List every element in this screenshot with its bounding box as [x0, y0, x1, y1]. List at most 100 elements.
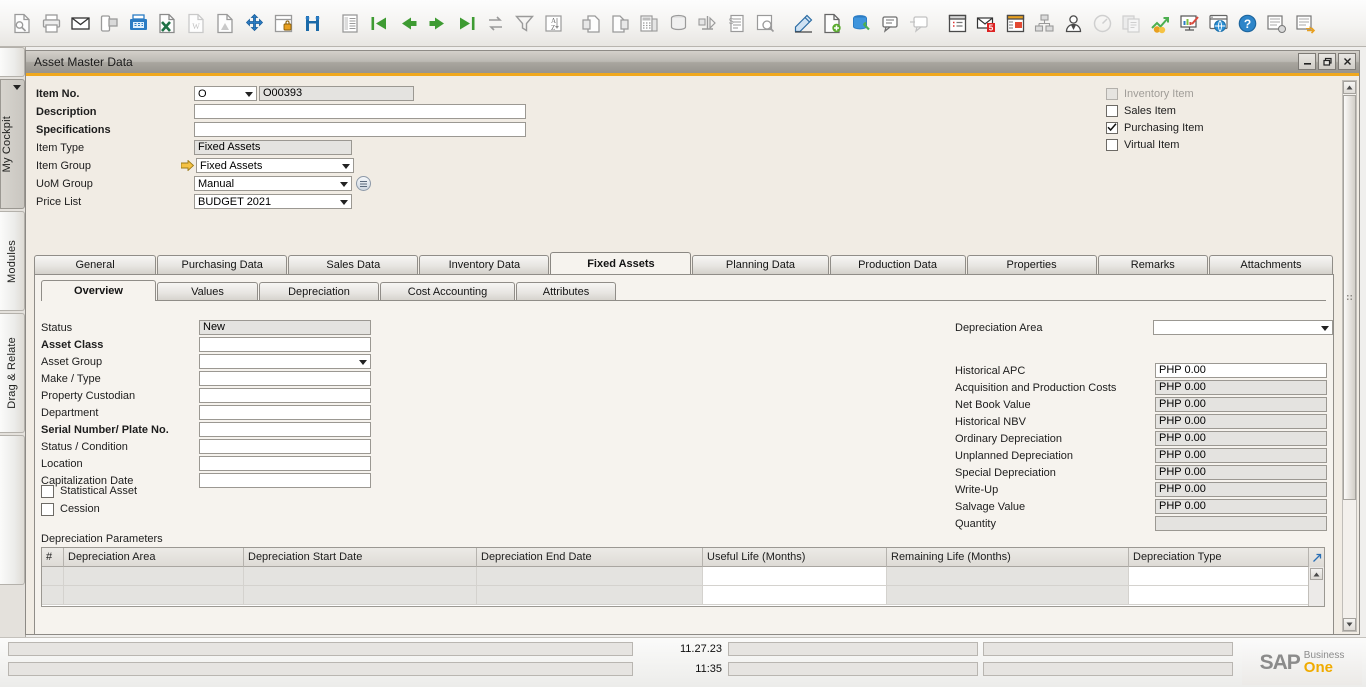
previous-record-icon[interactable] [395, 8, 422, 38]
gauge-icon[interactable] [1089, 8, 1116, 38]
copy-to-icon[interactable] [607, 8, 634, 38]
checkbox-sales-item[interactable] [1106, 104, 1118, 117]
refresh-icon[interactable] [482, 8, 509, 38]
user-icon[interactable] [1060, 8, 1087, 38]
checkbox-row-inventory-item[interactable]: Inventory Item [1106, 85, 1336, 102]
calendar-icon[interactable] [944, 8, 971, 38]
launch-application-icon[interactable] [241, 8, 268, 38]
historical-apc-input[interactable]: PHP 0.00 [1155, 363, 1327, 378]
rail-tab-my-cockpit[interactable]: My Cockpit [0, 79, 25, 209]
asset-class-input[interactable] [199, 337, 371, 352]
browser-icon[interactable] [1205, 8, 1232, 38]
grid-row[interactable] [42, 586, 1324, 605]
report-icon[interactable] [665, 8, 692, 38]
grid-expand-icon[interactable] [1308, 548, 1324, 568]
fax-icon[interactable] [125, 8, 152, 38]
asset-group-select[interactable] [199, 354, 371, 369]
grid-vertical-scrollbar[interactable] [1308, 567, 1324, 606]
messages-icon[interactable] [877, 8, 904, 38]
checkbox-cession[interactable] [41, 502, 54, 516]
export-to-word-icon[interactable]: W [183, 8, 210, 38]
grid-header-depreciation-start-date[interactable]: Depreciation Start Date [244, 548, 477, 567]
sms-icon[interactable] [96, 8, 123, 38]
grid-cell[interactable] [703, 567, 887, 586]
calculator-icon[interactable] [636, 8, 663, 38]
find-icon[interactable] [299, 8, 326, 38]
next-record-icon[interactable] [424, 8, 451, 38]
checkbox-virtual-item[interactable] [1106, 138, 1118, 151]
item-no-input[interactable]: O00393 [259, 86, 414, 101]
status-condition-input[interactable] [199, 439, 371, 454]
capitalization-date-input[interactable] [199, 473, 371, 488]
checkbox-statistical-asset[interactable] [41, 484, 54, 498]
department-input[interactable] [199, 405, 371, 420]
checkbox-row-statistical-asset[interactable]: Statistical Asset [41, 482, 137, 500]
sort-icon[interactable]: AZ [540, 8, 567, 38]
item-no-prefix-select[interactable]: O [194, 86, 257, 101]
subtab-overview[interactable]: Overview [41, 280, 156, 301]
grid-header-remaining-life-months[interactable]: Remaining Life (Months) [887, 548, 1129, 567]
data-list-icon[interactable] [337, 8, 364, 38]
journal-entry-icon[interactable]: $ [723, 8, 750, 38]
minimize-icon[interactable] [1298, 53, 1316, 70]
tab-production-data[interactable]: Production Data [829, 255, 966, 274]
tab-inventory-data[interactable]: Inventory Data [419, 255, 550, 274]
rail-tab-drag-relate[interactable]: Drag & Relate [0, 313, 25, 433]
location-input[interactable] [199, 456, 371, 471]
tab-planning-data[interactable]: Planning Data [692, 255, 829, 274]
checkbox-row-purchasing-item[interactable]: Purchasing Item [1106, 119, 1336, 136]
tab-remarks[interactable]: Remarks [1097, 255, 1208, 274]
scroll-down-icon[interactable] [1343, 618, 1356, 631]
uom-group-list-icon[interactable] [356, 176, 371, 191]
scroll-up-icon[interactable] [1343, 81, 1356, 94]
grid-header-depreciation-area[interactable]: Depreciation Area [64, 548, 244, 567]
user-defined-fields-icon[interactable] [790, 8, 817, 38]
window-vertical-scrollbar[interactable] [1342, 80, 1357, 632]
checkbox-row-cession[interactable]: Cession [41, 500, 137, 518]
specifications-input[interactable] [194, 122, 526, 137]
copy-from-icon[interactable] [578, 8, 605, 38]
grid-header-depreciation-end-date[interactable]: Depreciation End Date [477, 548, 703, 567]
serial-number-plate-no-input[interactable] [199, 422, 371, 437]
rail-tab-modules[interactable]: Modules [0, 211, 25, 311]
grid-cell[interactable] [1129, 586, 1310, 605]
depreciation-area-select[interactable] [1153, 320, 1333, 335]
export-to-pdf-icon[interactable] [212, 8, 239, 38]
property-custodian-input[interactable] [199, 388, 371, 403]
grid-scroll-up-icon[interactable] [1310, 568, 1323, 580]
close-icon[interactable] [1338, 53, 1356, 70]
export-to-excel-icon[interactable] [154, 8, 181, 38]
activity-icon[interactable] [1002, 8, 1029, 38]
query-manager-icon[interactable] [848, 8, 875, 38]
lock-screen-icon[interactable] [270, 8, 297, 38]
balance-icon[interactable] [694, 8, 721, 38]
grid-header-depreciation-type[interactable]: Depreciation Type [1129, 548, 1310, 567]
grid-row[interactable] [42, 567, 1324, 586]
tab-purchasing-data[interactable]: Purchasing Data [157, 255, 288, 274]
help-icon[interactable]: ? [1234, 8, 1261, 38]
restore-icon[interactable] [1318, 53, 1336, 70]
checkbox-row-sales-item[interactable]: Sales Item [1106, 102, 1336, 119]
print-setup-icon[interactable] [1263, 8, 1290, 38]
documents-icon[interactable] [1118, 8, 1145, 38]
description-input[interactable] [194, 104, 526, 119]
grid-cell[interactable] [1129, 567, 1310, 586]
first-record-icon[interactable] [366, 8, 393, 38]
last-record-icon[interactable] [453, 8, 480, 38]
subtab-depreciation[interactable]: Depreciation [259, 282, 379, 301]
grid-header-useful-life-months[interactable]: Useful Life (Months) [703, 548, 887, 567]
scrollbar-thumb[interactable] [1343, 95, 1356, 500]
performance-icon[interactable] [1147, 8, 1174, 38]
print-icon[interactable] [38, 8, 65, 38]
alerts-icon[interactable] [906, 8, 933, 38]
tab-sales-data[interactable]: Sales Data [288, 255, 419, 274]
tab-fixed-assets[interactable]: Fixed Assets [550, 252, 692, 274]
email-icon[interactable] [67, 8, 94, 38]
org-structure-icon[interactable] [1031, 8, 1058, 38]
grid-header-[interactable]: # [42, 548, 64, 567]
message-alert-icon[interactable]: 5 [973, 8, 1000, 38]
filter-icon[interactable] [511, 8, 538, 38]
query-preview-icon[interactable] [752, 8, 779, 38]
print-preview-icon[interactable] [9, 8, 36, 38]
subtab-attributes[interactable]: Attributes [516, 282, 616, 301]
